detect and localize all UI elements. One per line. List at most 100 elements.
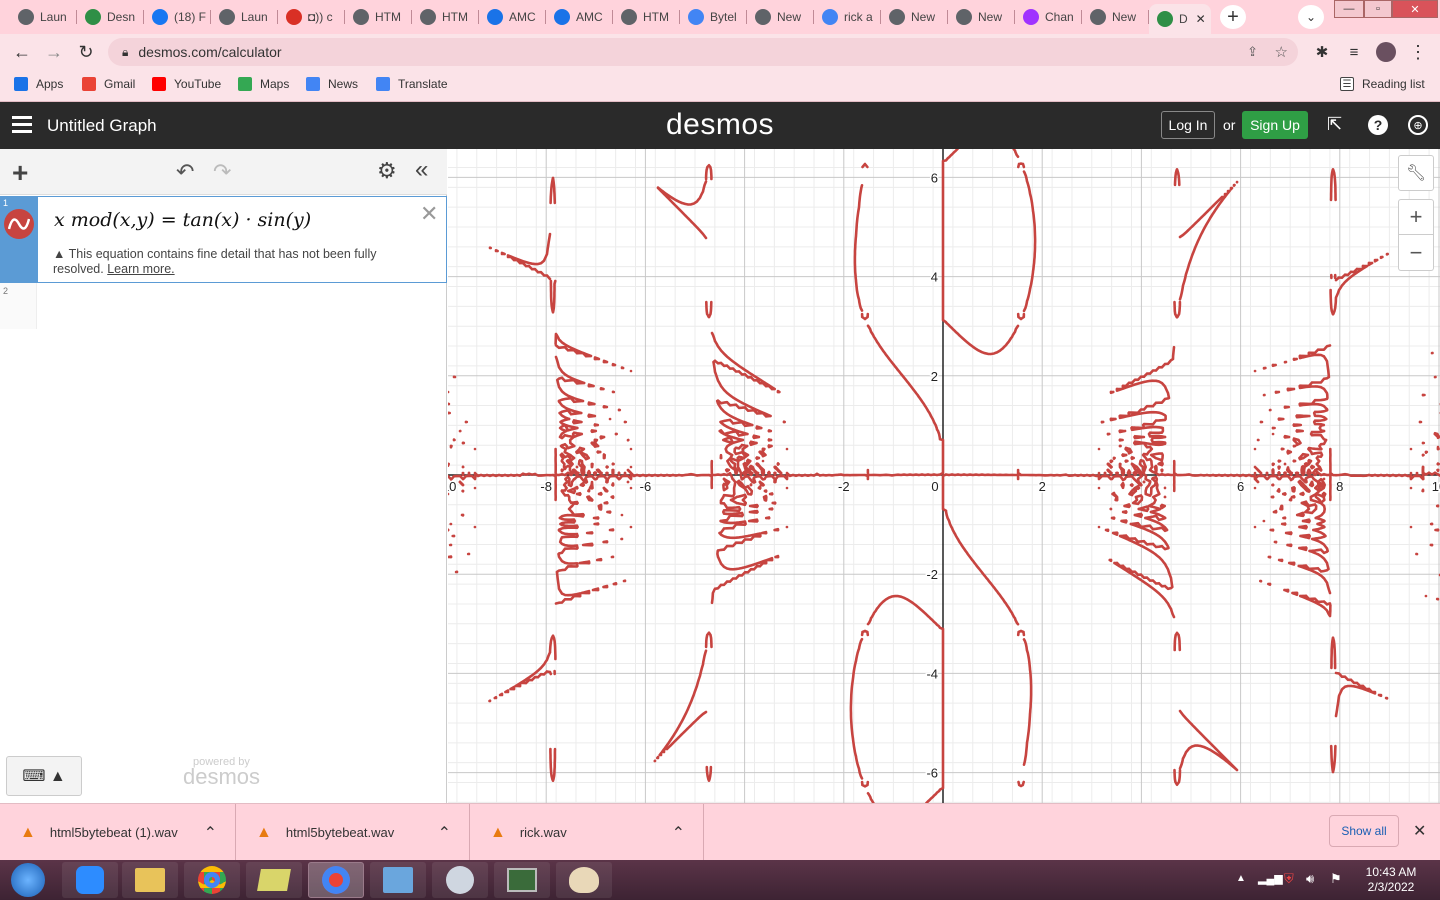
address-bar[interactable]: 🔒︎ desmos.com/calculator ⇪ ☆: [108, 38, 1298, 66]
browser-tab[interactable]: rick a: [814, 4, 881, 30]
signup-button[interactable]: Sign Up: [1242, 111, 1308, 139]
share-graph-icon[interactable]: ⇱: [1327, 114, 1342, 135]
action-center-flag-icon[interactable]: ⚑: [1330, 871, 1342, 887]
minimize-button[interactable]: —: [1334, 0, 1364, 18]
back-icon[interactable]: ←: [10, 40, 34, 64]
undo-icon[interactable]: ↶: [176, 159, 194, 185]
bookmark-item[interactable]: News: [306, 77, 358, 91]
hamburger-menu-icon[interactable]: [12, 115, 32, 135]
collapse-panel-icon[interactable]: «: [415, 156, 428, 184]
control-panel-icon[interactable]: [370, 862, 426, 898]
graph-title[interactable]: Untitled Graph: [47, 116, 157, 136]
learn-more-link[interactable]: Learn more.: [107, 262, 174, 276]
chrome-profile-app-icon[interactable]: [308, 862, 364, 898]
paint-app-icon[interactable]: [556, 862, 612, 898]
browser-tab[interactable]: New: [1082, 4, 1149, 30]
bookmark-item[interactable]: Apps: [14, 77, 63, 91]
download-item[interactable]: ▲ html5bytebeat (1).wav ⌃: [0, 804, 236, 861]
reading-list-button[interactable]: ☰ Reading list: [1340, 77, 1425, 91]
download-item[interactable]: ▲ rick.wav ⌃: [470, 804, 704, 861]
empty-expression-row[interactable]: [38, 283, 447, 329]
browser-tab[interactable]: Bytel: [680, 4, 747, 30]
tab-search-button[interactable]: ⌄: [1298, 5, 1324, 29]
chrome-app-icon[interactable]: [184, 862, 240, 898]
vlc-file-icon: ▲: [256, 823, 272, 841]
download-filename: html5bytebeat.wav: [285, 825, 395, 840]
reload-icon[interactable]: ↻: [74, 40, 98, 64]
login-button[interactable]: Log In: [1161, 111, 1215, 139]
bookmark-item[interactable]: Translate: [376, 77, 448, 91]
download-options-icon[interactable]: ⌃: [438, 823, 451, 843]
language-globe-icon[interactable]: ⊕: [1408, 115, 1428, 135]
tray-arrow-icon[interactable]: ▲: [1236, 873, 1246, 884]
star-icon[interactable]: ☆: [1275, 43, 1288, 61]
task-manager-icon[interactable]: [494, 862, 550, 898]
settings-gear-icon[interactable]: ⚙: [377, 158, 397, 184]
zoom-app-icon[interactable]: [62, 862, 118, 898]
extensions-icon[interactable]: ✱: [1310, 40, 1334, 64]
close-window-button[interactable]: ✕: [1392, 0, 1438, 18]
browser-tab[interactable]: New: [747, 4, 814, 30]
browser-tab[interactable]: Desn: [77, 4, 144, 30]
chrome-icon: [18, 9, 34, 25]
download-item[interactable]: ▲ html5bytebeat.wav ⌃: [236, 804, 470, 861]
tab-title: New: [978, 10, 1003, 24]
browser-tab[interactable]: HTM: [412, 4, 479, 30]
add-item-icon[interactable]: +: [12, 157, 28, 189]
graph-settings-wrench-icon[interactable]: 🔧︎: [1398, 155, 1434, 191]
vlc-file-icon: ▲: [490, 823, 506, 841]
menu-icon[interactable]: ⋮: [1406, 40, 1430, 64]
browser-tab[interactable]: AMC: [546, 4, 613, 30]
bookmark-item[interactable]: YouTube: [152, 77, 221, 91]
security-shield-icon[interactable]: ⛨: [1284, 871, 1294, 887]
new-tab-button[interactable]: +: [1220, 5, 1246, 29]
download-options-icon[interactable]: ⌃: [672, 823, 685, 843]
forward-icon[interactable]: →: [42, 40, 66, 64]
browser-tab[interactable]: New: [881, 4, 948, 30]
start-button[interactable]: [0, 862, 56, 898]
bookmark-item[interactable]: Maps: [238, 77, 289, 91]
graph-paper[interactable]: -10 -8 -6 -2 0 2 6 8 10 6 4 2 -2 -4 -6 🔧︎ + −: [448, 149, 1440, 803]
browser-tab[interactable]: Laun: [211, 4, 278, 30]
browser-tab[interactable]: AMC: [479, 4, 546, 30]
zoom-out-button[interactable]: −: [1398, 235, 1434, 271]
browser-tab[interactable]: Laun: [10, 4, 77, 30]
share-icon[interactable]: ⇪: [1247, 44, 1258, 60]
tab-title: rick a: [844, 10, 873, 24]
maximize-button[interactable]: ▫: [1364, 0, 1392, 18]
media-icon[interactable]: ≡: [1342, 40, 1366, 64]
folder-app-icon[interactable]: [246, 862, 302, 898]
browser-tab[interactable]: HTM: [345, 4, 412, 30]
help-icon[interactable]: ?: [1368, 115, 1388, 135]
bookmark-item[interactable]: Gmail: [82, 77, 135, 91]
zoom-in-button[interactable]: +: [1398, 199, 1434, 235]
expression-latex[interactable]: x mod(x,y) = tan(x) · sin(y): [54, 209, 311, 231]
volume-icon[interactable]: 🔊︎: [1306, 871, 1314, 887]
clock-time: 10:43 AM: [1365, 865, 1417, 879]
browser-tab[interactable]: New: [948, 4, 1015, 30]
browser-tab[interactable]: Chan: [1015, 4, 1082, 30]
network-icon[interactable]: ▂▄▆: [1258, 872, 1283, 885]
system-clock[interactable]: 10:43 AM 2/3/2022: [1356, 865, 1426, 895]
avatar[interactable]: [1374, 40, 1398, 64]
media-player-icon[interactable]: [432, 862, 488, 898]
close-downloads-icon[interactable]: ✕: [1413, 821, 1426, 841]
browser-tab[interactable]: ◘)) c: [278, 4, 345, 30]
curve-color-icon[interactable]: [4, 209, 34, 239]
chrome-icon: [219, 9, 235, 25]
apps-grid-icon: [14, 77, 28, 91]
close-tab-icon[interactable]: ✕: [1196, 12, 1206, 26]
file-explorer-icon[interactable]: [122, 862, 178, 898]
tab-title: AMC: [576, 10, 603, 24]
y-tick-label: 2: [931, 369, 938, 384]
tab-title: New: [777, 10, 802, 24]
graph-svg[interactable]: -10 -8 -6 -2 0 2 6 8 10 6 4 2 -2 -4 -6: [448, 149, 1440, 803]
keypad-toggle-button[interactable]: ⌨ ▲: [6, 756, 82, 796]
download-options-icon[interactable]: ⌃: [204, 823, 217, 843]
browser-tab[interactable]: HTM: [613, 4, 680, 30]
delete-expression-icon[interactable]: ✕: [420, 201, 438, 227]
browser-tab[interactable]: (18) F: [144, 4, 211, 30]
browser-tab[interactable]: D ✕: [1149, 4, 1211, 34]
redo-icon[interactable]: ↷: [213, 159, 231, 185]
show-all-downloads-button[interactable]: Show all: [1329, 815, 1399, 847]
